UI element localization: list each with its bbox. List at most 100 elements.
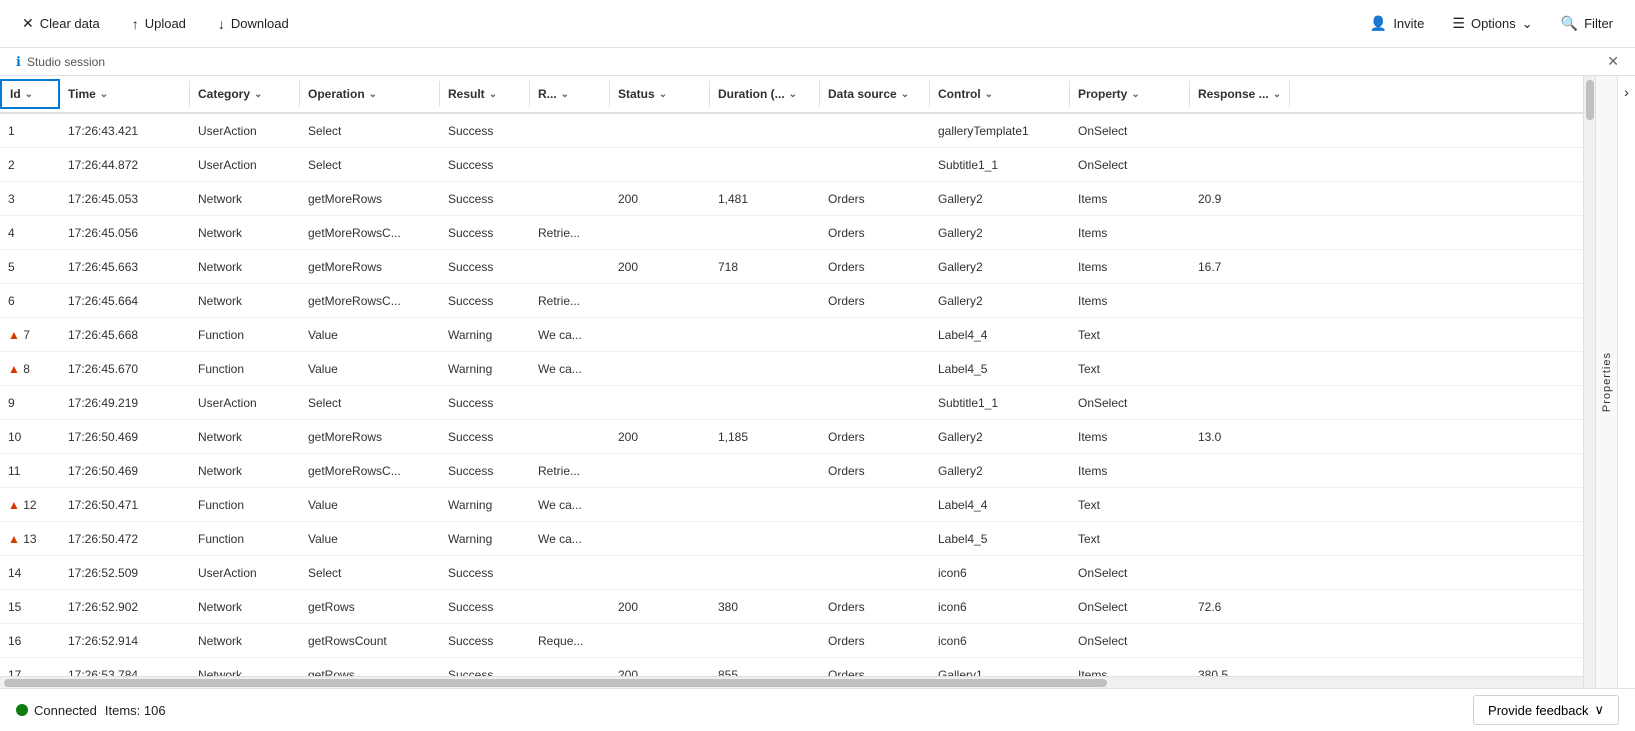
table-row[interactable]: 117:26:43.421UserActionSelectSuccessgall… [0, 114, 1583, 148]
table-row[interactable]: 617:26:45.664NetworkgetMoreRowsC...Succe… [0, 284, 1583, 318]
table-cell: Select [300, 562, 440, 584]
table-row[interactable]: 1117:26:50.469NetworkgetMoreRowsC...Succ… [0, 454, 1583, 488]
table-cell [610, 637, 710, 645]
table-cell: Success [440, 188, 530, 210]
table-cell [1190, 365, 1290, 373]
v-scroll-thumb[interactable] [1586, 80, 1594, 120]
table-row[interactable]: 917:26:49.219UserActionSelectSuccessSubt… [0, 386, 1583, 420]
table-cell: 17:26:50.471 [60, 494, 190, 516]
h-scroll[interactable] [0, 676, 1583, 688]
table-cell: Success [440, 154, 530, 176]
table-row[interactable]: 217:26:44.872UserActionSelectSuccessSubt… [0, 148, 1583, 182]
side-panel-arrow[interactable]: › [1617, 76, 1635, 688]
table-row[interactable]: 1617:26:52.914NetworkgetRowsCountSuccess… [0, 624, 1583, 658]
options-icon: ☰ [1452, 15, 1465, 32]
table-cell: Warning [440, 528, 530, 550]
filter-button[interactable]: 🔍 Filter [1555, 11, 1619, 36]
table-cell: getMoreRows [300, 256, 440, 278]
table-cell: 200 [610, 664, 710, 677]
table-cell: Warning [440, 324, 530, 346]
table-cell: Success [440, 460, 530, 482]
options-button[interactable]: ☰ Options ⌄ [1446, 11, 1538, 36]
col-header-id[interactable]: Id ⌄ [0, 79, 60, 109]
col-header-duration[interactable]: Duration (... ⌄ [710, 81, 820, 107]
feedback-label: Provide feedback [1488, 703, 1588, 718]
table-cell [710, 399, 820, 407]
col-header-response[interactable]: Response ... ⌄ [1190, 81, 1290, 107]
person-icon: 👤 [1370, 15, 1387, 32]
table-cell: Success [440, 664, 530, 677]
download-icon: ↓ [218, 16, 225, 32]
col-header-r[interactable]: R... ⌄ [530, 81, 610, 107]
table-cell [1190, 399, 1290, 407]
col-header-control[interactable]: Control ⌄ [930, 81, 1070, 107]
table-cell: 13.0 [1190, 426, 1290, 448]
table-cell: OnSelect [1070, 596, 1190, 618]
table-cell: 17:26:52.509 [60, 562, 190, 584]
table-row[interactable]: 317:26:45.053NetworkgetMoreRowsSuccess20… [0, 182, 1583, 216]
table-cell: OnSelect [1070, 154, 1190, 176]
table-cell [820, 365, 930, 373]
h-scroll-thumb[interactable] [4, 679, 1107, 687]
table-cell: 3 [0, 188, 60, 210]
table-cell: Gallery2 [930, 222, 1070, 244]
invite-button[interactable]: 👤 Invite [1364, 11, 1431, 36]
table-cell: 200 [610, 188, 710, 210]
download-button[interactable]: ↓ Download [212, 12, 295, 36]
table-cell: Select [300, 154, 440, 176]
table-row[interactable]: 1517:26:52.902NetworkgetRowsSuccess20038… [0, 590, 1583, 624]
clear-data-button[interactable]: ✕ Clear data [16, 11, 106, 36]
table-row[interactable]: ▲ 717:26:45.668FunctionValueWarningWe ca… [0, 318, 1583, 352]
table-cell: Success [440, 120, 530, 142]
table-cell [1190, 229, 1290, 237]
table-cell: Orders [820, 664, 930, 677]
table-body: 117:26:43.421UserActionSelectSuccessgall… [0, 114, 1583, 676]
upload-button[interactable]: ↑ Upload [126, 12, 192, 36]
table-cell: 17:26:50.472 [60, 528, 190, 550]
close-icon: ✕ [1607, 53, 1619, 69]
table-row[interactable]: ▲ 1317:26:50.472FunctionValueWarningWe c… [0, 522, 1583, 556]
table-cell: OnSelect [1070, 630, 1190, 652]
table-row[interactable]: ▲ 817:26:45.670FunctionValueWarningWe ca… [0, 352, 1583, 386]
col-header-operation[interactable]: Operation ⌄ [300, 81, 440, 107]
col-header-status[interactable]: Status ⌄ [610, 81, 710, 107]
table-cell [1190, 535, 1290, 543]
side-panel-tab[interactable]: Properties [1595, 76, 1617, 688]
table-cell [1190, 501, 1290, 509]
table-cell [610, 127, 710, 135]
table-cell: 16.7 [1190, 256, 1290, 278]
table-cell: Success [440, 222, 530, 244]
table-row[interactable]: 517:26:45.663NetworkgetMoreRowsSuccess20… [0, 250, 1583, 284]
col-header-property[interactable]: Property ⌄ [1070, 81, 1190, 107]
table-row[interactable]: 1417:26:52.509UserActionSelectSuccessico… [0, 556, 1583, 590]
table-cell [710, 501, 820, 509]
table-cell [610, 399, 710, 407]
table-cell: Network [190, 188, 300, 210]
table-cell: Retrie... [530, 460, 610, 482]
provide-feedback-button[interactable]: Provide feedback ∨ [1473, 695, 1619, 725]
col-header-result[interactable]: Result ⌄ [440, 81, 530, 107]
col-header-datasource[interactable]: Data source ⌄ [820, 81, 930, 107]
table-row[interactable]: ▲ 1217:26:50.471FunctionValueWarningWe c… [0, 488, 1583, 522]
table-row[interactable]: 417:26:45.056NetworkgetMoreRowsC...Succe… [0, 216, 1583, 250]
session-close-button[interactable]: ✕ [1607, 53, 1619, 70]
col-operation-label: Operation [308, 87, 365, 101]
table-cell [820, 331, 930, 339]
col-header-time[interactable]: Time ⌄ [60, 81, 190, 107]
table-cell [710, 331, 820, 339]
col-header-category[interactable]: Category ⌄ [190, 81, 300, 107]
table-cell: OnSelect [1070, 562, 1190, 584]
table-cell: 17:26:50.469 [60, 426, 190, 448]
table-row[interactable]: 1017:26:50.469NetworkgetMoreRowsSuccess2… [0, 420, 1583, 454]
status-bar: Connected Items: 106 Provide feedback ∨ [0, 688, 1635, 731]
items-count: Items: 106 [105, 703, 166, 718]
table-cell: 17 [0, 664, 60, 677]
v-scroll-track[interactable] [1583, 76, 1595, 688]
table-cell: Network [190, 426, 300, 448]
table-cell [1190, 161, 1290, 169]
table-cell: OnSelect [1070, 392, 1190, 414]
table-cell [710, 535, 820, 543]
table-row[interactable]: 1717:26:53.784NetworkgetRowsSuccess20085… [0, 658, 1583, 676]
table-cell: 14 [0, 562, 60, 584]
table-cell: Items [1070, 222, 1190, 244]
